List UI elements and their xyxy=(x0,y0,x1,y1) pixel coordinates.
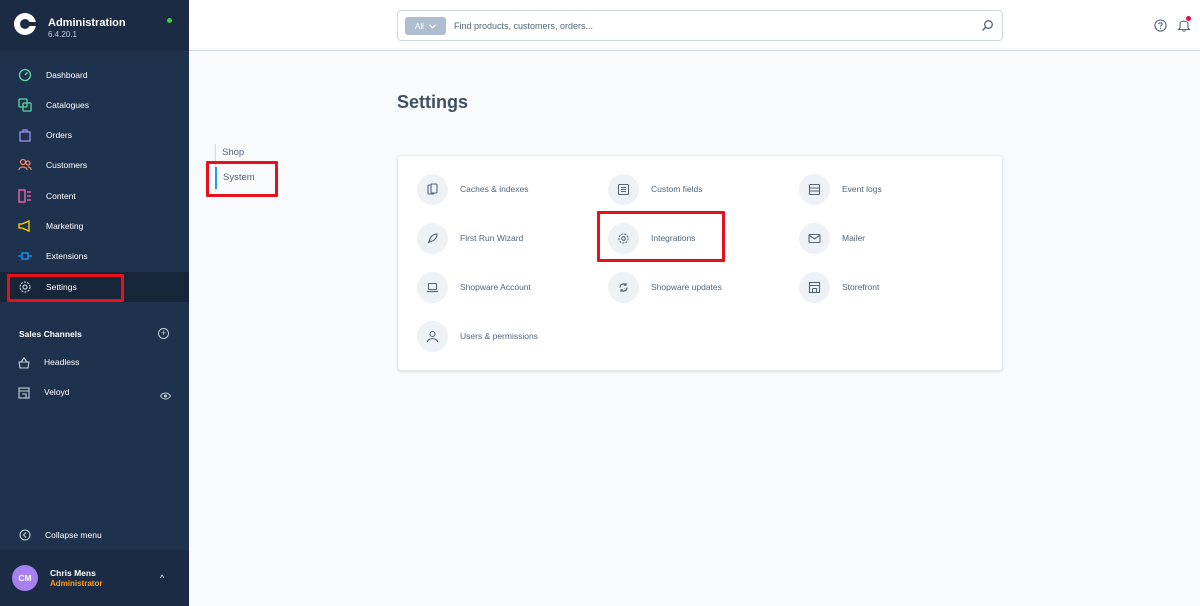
user-name: Chris Mens xyxy=(50,568,96,578)
storefront-icon xyxy=(799,272,830,303)
basket-icon xyxy=(18,356,30,369)
tile-storefront[interactable]: Storefront xyxy=(799,272,979,304)
tile-label: Shopware Account xyxy=(460,282,531,292)
top-header: All xyxy=(189,0,1200,51)
storefront-icon xyxy=(18,386,30,399)
add-sales-channel-icon[interactable]: + xyxy=(158,328,169,339)
search-type-label: All xyxy=(415,21,424,31)
search-icon[interactable] xyxy=(981,19,994,32)
tile-shopware-account[interactable]: Shopware Account xyxy=(417,272,597,304)
search-input[interactable] xyxy=(454,16,954,36)
avatar: CM xyxy=(12,565,38,591)
app-version: 6.4.20.1 xyxy=(48,30,77,39)
user-menu[interactable]: CM Chris Mens Administrator ^ xyxy=(0,550,189,606)
user-icon xyxy=(417,321,448,352)
extensions-icon xyxy=(18,249,32,263)
sidebar: Administration 6.4.20.1 Dashboard Catalo… xyxy=(0,0,189,606)
tile-shopware-updates[interactable]: Shopware updates xyxy=(608,272,788,304)
orders-icon xyxy=(18,128,32,142)
chevron-left-circle-icon xyxy=(19,528,31,541)
sales-channel-veloyd[interactable]: Veloyd xyxy=(0,378,189,408)
sales-channel-label: Veloyd xyxy=(44,387,70,397)
tile-first-run-wizard[interactable]: First Run Wizard xyxy=(417,223,597,255)
marketing-icon xyxy=(18,219,32,233)
sidebar-item-customers[interactable]: Customers xyxy=(0,150,189,180)
sidebar-item-dashboard[interactable]: Dashboard xyxy=(0,60,189,90)
laptop-icon xyxy=(417,272,448,303)
cache-icon xyxy=(417,174,448,205)
gear-icon xyxy=(608,223,639,254)
sidebar-item-label: Catalogues xyxy=(46,100,90,110)
sidebar-item-label: Orders xyxy=(46,130,72,140)
dashboard-icon xyxy=(18,68,32,82)
tab-system[interactable]: System xyxy=(215,167,255,189)
tile-label: Mailer xyxy=(842,233,866,243)
user-role: Administrator xyxy=(50,579,103,588)
global-search: All xyxy=(397,10,1003,41)
tile-mailer[interactable]: Mailer xyxy=(799,223,979,255)
app-title: Administration xyxy=(48,17,126,29)
content-icon xyxy=(18,189,32,203)
sidebar-item-catalogues[interactable]: Catalogues xyxy=(0,90,189,120)
tile-event-logs[interactable]: Event logs xyxy=(799,174,979,206)
sidebar-item-label: Settings xyxy=(46,282,77,292)
tile-label: Users & permissions xyxy=(460,331,538,341)
refresh-icon xyxy=(608,272,639,303)
sales-channel-headless[interactable]: Headless xyxy=(0,348,189,378)
settings-card: Caches & indexes Custom fields Event log… xyxy=(397,155,1003,371)
help-icon[interactable] xyxy=(1154,19,1167,32)
rocket-icon xyxy=(417,223,448,254)
search-type-dropdown[interactable]: All xyxy=(405,17,446,35)
sidebar-item-label: Customers xyxy=(46,160,88,170)
tile-label: Shopware updates xyxy=(651,282,722,292)
sidebar-item-marketing[interactable]: Marketing xyxy=(0,211,189,241)
status-online-icon xyxy=(167,18,172,23)
sidebar-item-extensions[interactable]: Extensions xyxy=(0,241,189,271)
page-title: Settings xyxy=(397,92,469,112)
tile-label: Event logs xyxy=(842,184,882,194)
customers-icon xyxy=(18,158,32,172)
shopware-logo-icon[interactable] xyxy=(14,13,37,35)
sidebar-item-label: Marketing xyxy=(46,221,84,231)
sidebar-item-settings[interactable]: Settings xyxy=(0,272,189,302)
sidebar-item-label: Extensions xyxy=(46,251,88,261)
mail-icon xyxy=(799,223,830,254)
tile-label: Storefront xyxy=(842,282,880,292)
notification-badge-icon xyxy=(1186,16,1191,21)
event-logs-icon xyxy=(799,174,830,205)
settings-icon xyxy=(18,280,32,294)
tile-custom-fields[interactable]: Custom fields xyxy=(608,174,788,206)
eye-icon[interactable] xyxy=(159,388,172,400)
collapse-menu-button[interactable]: Collapse menu xyxy=(0,524,189,546)
tile-users-permissions[interactable]: Users & permissions xyxy=(417,321,597,353)
sales-channels-title: Sales Channels xyxy=(19,329,82,339)
collapse-menu-label: Collapse menu xyxy=(45,530,102,540)
sidebar-item-label: Dashboard xyxy=(46,70,88,80)
sidebar-item-orders[interactable]: Orders xyxy=(0,120,189,150)
chevron-down-icon xyxy=(429,23,436,29)
tile-caches-indexes[interactable]: Caches & indexes xyxy=(417,174,597,206)
sidebar-item-label: Content xyxy=(46,191,76,201)
tile-label: First Run Wizard xyxy=(460,233,524,243)
tab-shop[interactable]: Shop xyxy=(216,142,244,164)
tile-label: Custom fields xyxy=(651,184,703,194)
tile-integrations[interactable]: Integrations xyxy=(608,223,788,255)
sales-channel-label: Headless xyxy=(44,357,80,367)
chevron-up-icon[interactable]: ^ xyxy=(160,573,164,583)
tile-label: Integrations xyxy=(651,233,696,243)
brand-header: Administration 6.4.20.1 xyxy=(0,0,189,51)
tile-label: Caches & indexes xyxy=(460,184,529,194)
sidebar-item-content[interactable]: Content xyxy=(0,181,189,211)
custom-fields-icon xyxy=(608,174,639,205)
catalogue-icon xyxy=(18,98,32,112)
